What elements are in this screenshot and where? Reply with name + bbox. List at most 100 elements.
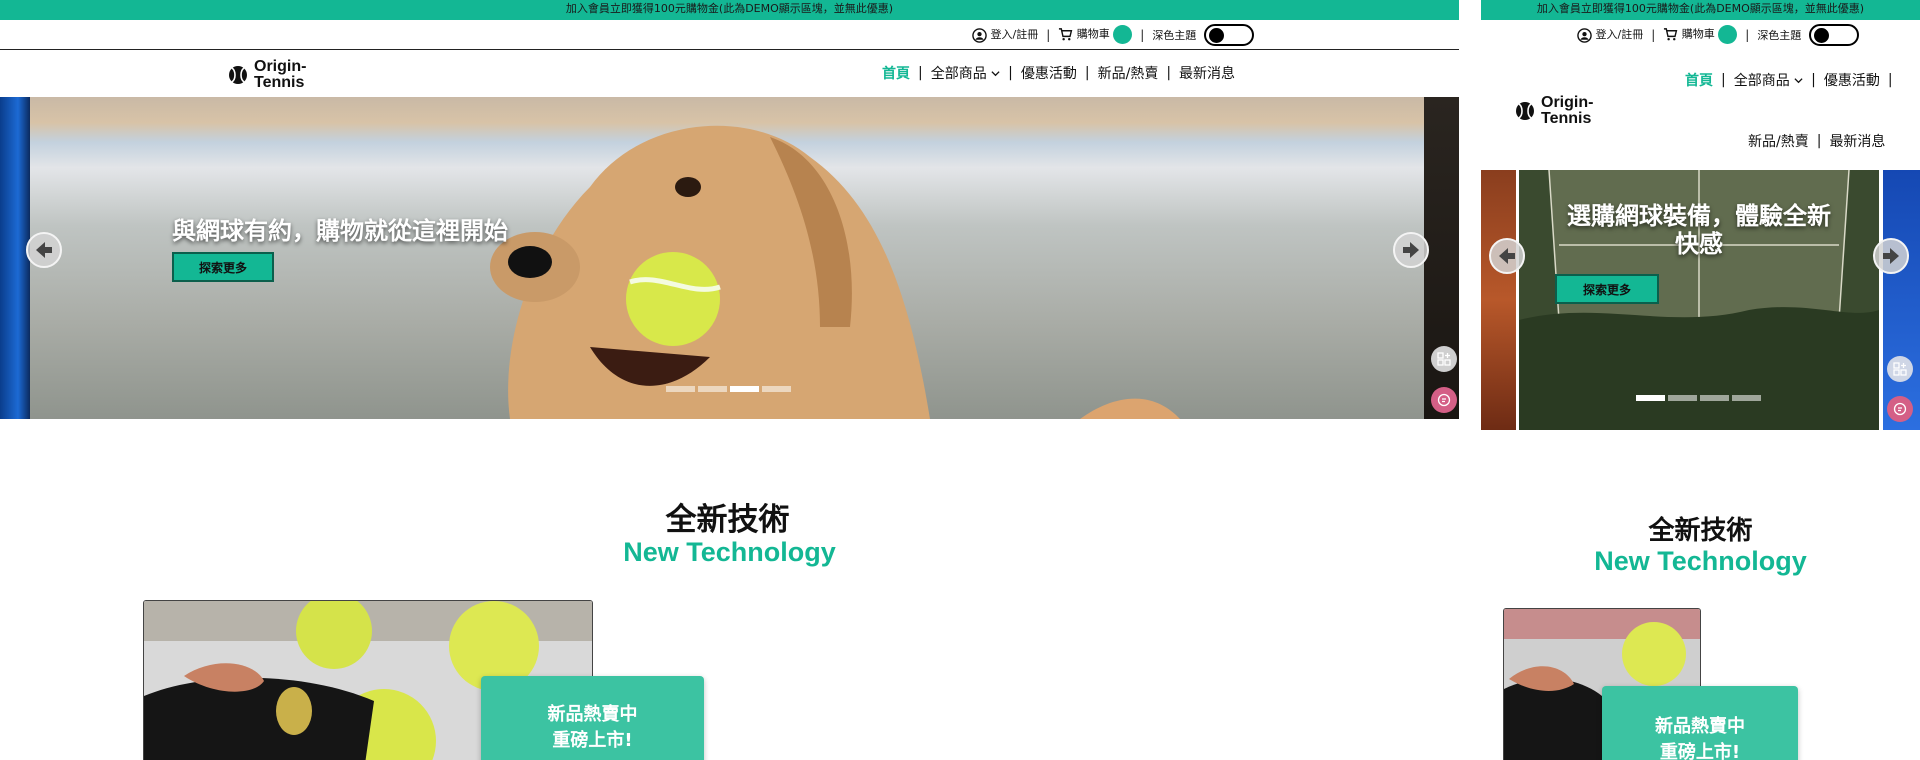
nav-label: 全部商品 — [1733, 73, 1790, 89]
carousel-indicators — [1636, 395, 1761, 401]
chevron-down-icon — [991, 71, 1000, 77]
nav-item-news[interactable]: 最新消息 — [1821, 131, 1893, 151]
toggle-knob — [1814, 27, 1830, 43]
chat-icon — [1437, 393, 1451, 407]
promo-card[interactable]: 新品熱賣中 重磅上市! — [1602, 686, 1798, 760]
carousel-prev-button[interactable] — [26, 232, 62, 268]
section-title-en: New Technology — [623, 537, 836, 567]
cart-link[interactable]: 購物車 — [1058, 25, 1133, 44]
carousel-dot[interactable] — [762, 386, 791, 392]
theme-label: 深色主題 — [1757, 28, 1802, 42]
carousel-dot[interactable] — [666, 386, 695, 392]
section-header: 全新技術 New Technology — [0, 503, 1459, 567]
cart-badge — [1718, 25, 1738, 44]
banner-text: 加入會員立即獲得100元購物金(此為DEMO顯示區塊，並無此優惠) — [1536, 2, 1865, 15]
section-header: 全新技術 New Technology — [1481, 516, 1920, 576]
nav-item-promotions[interactable]: 優惠活動 — [1816, 70, 1888, 90]
utility-bar: 登入/註冊 | 購物車 | 深色主題 — [972, 20, 1255, 49]
nav-item-new-hot[interactable]: 新品/熱賣 — [1740, 131, 1817, 151]
nav-item-home[interactable]: 首頁 — [874, 63, 918, 83]
chat-button[interactable] — [1887, 396, 1913, 422]
desktop-view: 加入會員立即獲得100元購物金(此為DEMO顯示區塊，並無此優惠) 登入/註冊 … — [0, 0, 1459, 760]
site-logo[interactable]: Origin- Tennis — [228, 59, 306, 91]
carousel-dot[interactable] — [698, 386, 727, 392]
hero-title-line-2: 快感 — [1675, 230, 1723, 258]
nav-item-news[interactable]: 最新消息 — [1171, 63, 1243, 83]
main-nav-row-1: 首頁 | 全部商品 | 優惠活動 | — [1677, 70, 1893, 90]
cart-label: 購物車 — [1681, 27, 1715, 41]
logo-line-2: Tennis — [254, 74, 305, 91]
dark-theme-toggle[interactable] — [1809, 23, 1860, 46]
main-nav: 首頁 | 全部商品 | 優惠活動 | 新品/熱賣 | 最新消息 — [874, 63, 1243, 83]
prev-slide-peek — [1481, 170, 1516, 430]
viewport-gap — [1459, 0, 1481, 760]
toggle-knob — [1209, 27, 1225, 43]
promo-line-1: 新品熱賣中 — [1655, 716, 1745, 737]
nav-item-home[interactable]: 首頁 — [1677, 70, 1721, 90]
explore-more-button[interactable]: 探索更多 — [1555, 274, 1659, 304]
mobile-view: 加入會員立即獲得100元購物金(此為DEMO顯示區塊，並無此優惠) 登入/註冊 … — [1481, 0, 1920, 760]
arrow-left-icon — [36, 242, 52, 258]
hero-title-line-1: 選購網球裝備，體驗全新 — [1567, 202, 1831, 230]
section-title-zh: 全新技術 — [665, 502, 790, 538]
carousel-dot-active[interactable] — [1636, 395, 1665, 401]
arrow-right-icon — [1403, 242, 1419, 258]
logo-line-2: Tennis — [1541, 110, 1592, 127]
carousel-dot-active[interactable] — [730, 386, 759, 392]
nav-item-all-products[interactable]: 全部商品 — [923, 63, 1008, 83]
hero-carousel: 與網球有約，購物就從這裡開始 探索更多 — [0, 97, 1459, 419]
user-icon — [1577, 27, 1592, 43]
logo-line-1: Origin- — [254, 58, 307, 75]
nav-item-all-products[interactable]: 全部商品 — [1726, 70, 1811, 90]
carousel-prev-button[interactable] — [1489, 238, 1525, 274]
section-title-zh: 全新技術 — [1648, 516, 1753, 546]
util-separator: | — [1046, 27, 1051, 42]
carousel-dot[interactable] — [1668, 395, 1697, 401]
nav-item-promotions[interactable]: 優惠活動 — [1013, 63, 1085, 83]
nav-label: 全部商品 — [930, 66, 987, 82]
grid-add-button[interactable] — [1431, 346, 1457, 372]
promo-card[interactable]: 新品熱賣中 重磅上市! — [481, 676, 704, 760]
explore-more-button[interactable]: 探索更多 — [172, 252, 274, 282]
tennis-ball-logo-icon — [1516, 102, 1534, 120]
logo-line-1: Origin- — [1541, 94, 1594, 111]
cart-badge — [1113, 25, 1133, 44]
promo-line-2: 重磅上市! — [1659, 742, 1741, 760]
chat-button[interactable] — [1431, 387, 1457, 413]
login-label: 登入/註冊 — [990, 28, 1039, 42]
chat-icon — [1893, 402, 1907, 416]
util-separator: | — [1745, 27, 1750, 42]
user-icon — [972, 27, 987, 43]
cart-link[interactable]: 購物車 — [1663, 25, 1738, 44]
login-link[interactable]: 登入/註冊 — [972, 26, 1038, 43]
util-separator: | — [1651, 27, 1656, 42]
site-logo[interactable]: Origin- Tennis — [1515, 95, 1593, 127]
prev-slide-peek — [0, 97, 30, 419]
hero-title: 選購網球裝備，體驗全新 快感 — [1519, 202, 1879, 258]
grid-add-icon — [1893, 362, 1907, 376]
promo-banner: 加入會員立即獲得100元購物金(此為DEMO顯示區塊，並無此優惠) — [0, 0, 1459, 20]
carousel-dot[interactable] — [1732, 395, 1761, 401]
nav-item-new-hot[interactable]: 新品/熱賣 — [1090, 63, 1167, 83]
arrow-right-icon — [1883, 248, 1899, 264]
nav-separator: | — [1887, 72, 1893, 88]
next-slide-peek — [1883, 170, 1920, 430]
cart-label: 購物車 — [1076, 27, 1110, 41]
carousel-next-button[interactable] — [1873, 238, 1909, 274]
cart-icon — [1059, 28, 1073, 41]
chevron-down-icon — [1794, 78, 1803, 84]
promo-line-2: 重磅上市! — [552, 730, 633, 751]
section-title-en: New Technology — [1594, 546, 1807, 576]
promo-banner: 加入會員立即獲得100元購物金(此為DEMO顯示區塊，並無此優惠) — [1481, 0, 1920, 20]
carousel-dot[interactable] — [1700, 395, 1729, 401]
carousel-next-button[interactable] — [1393, 232, 1429, 268]
header-divider — [0, 49, 1459, 50]
tennis-ball-logo-icon — [229, 66, 247, 84]
grid-add-button[interactable] — [1887, 356, 1913, 382]
dark-theme-toggle[interactable] — [1204, 23, 1255, 46]
util-separator: | — [1140, 27, 1145, 42]
promo-line-1: 新品熱賣中 — [547, 704, 638, 725]
main-nav-row-2: 新品/熱賣 | 最新消息 — [1740, 131, 1893, 151]
login-label: 登入/註冊 — [1595, 28, 1644, 42]
login-link[interactable]: 登入/註冊 — [1577, 26, 1643, 43]
